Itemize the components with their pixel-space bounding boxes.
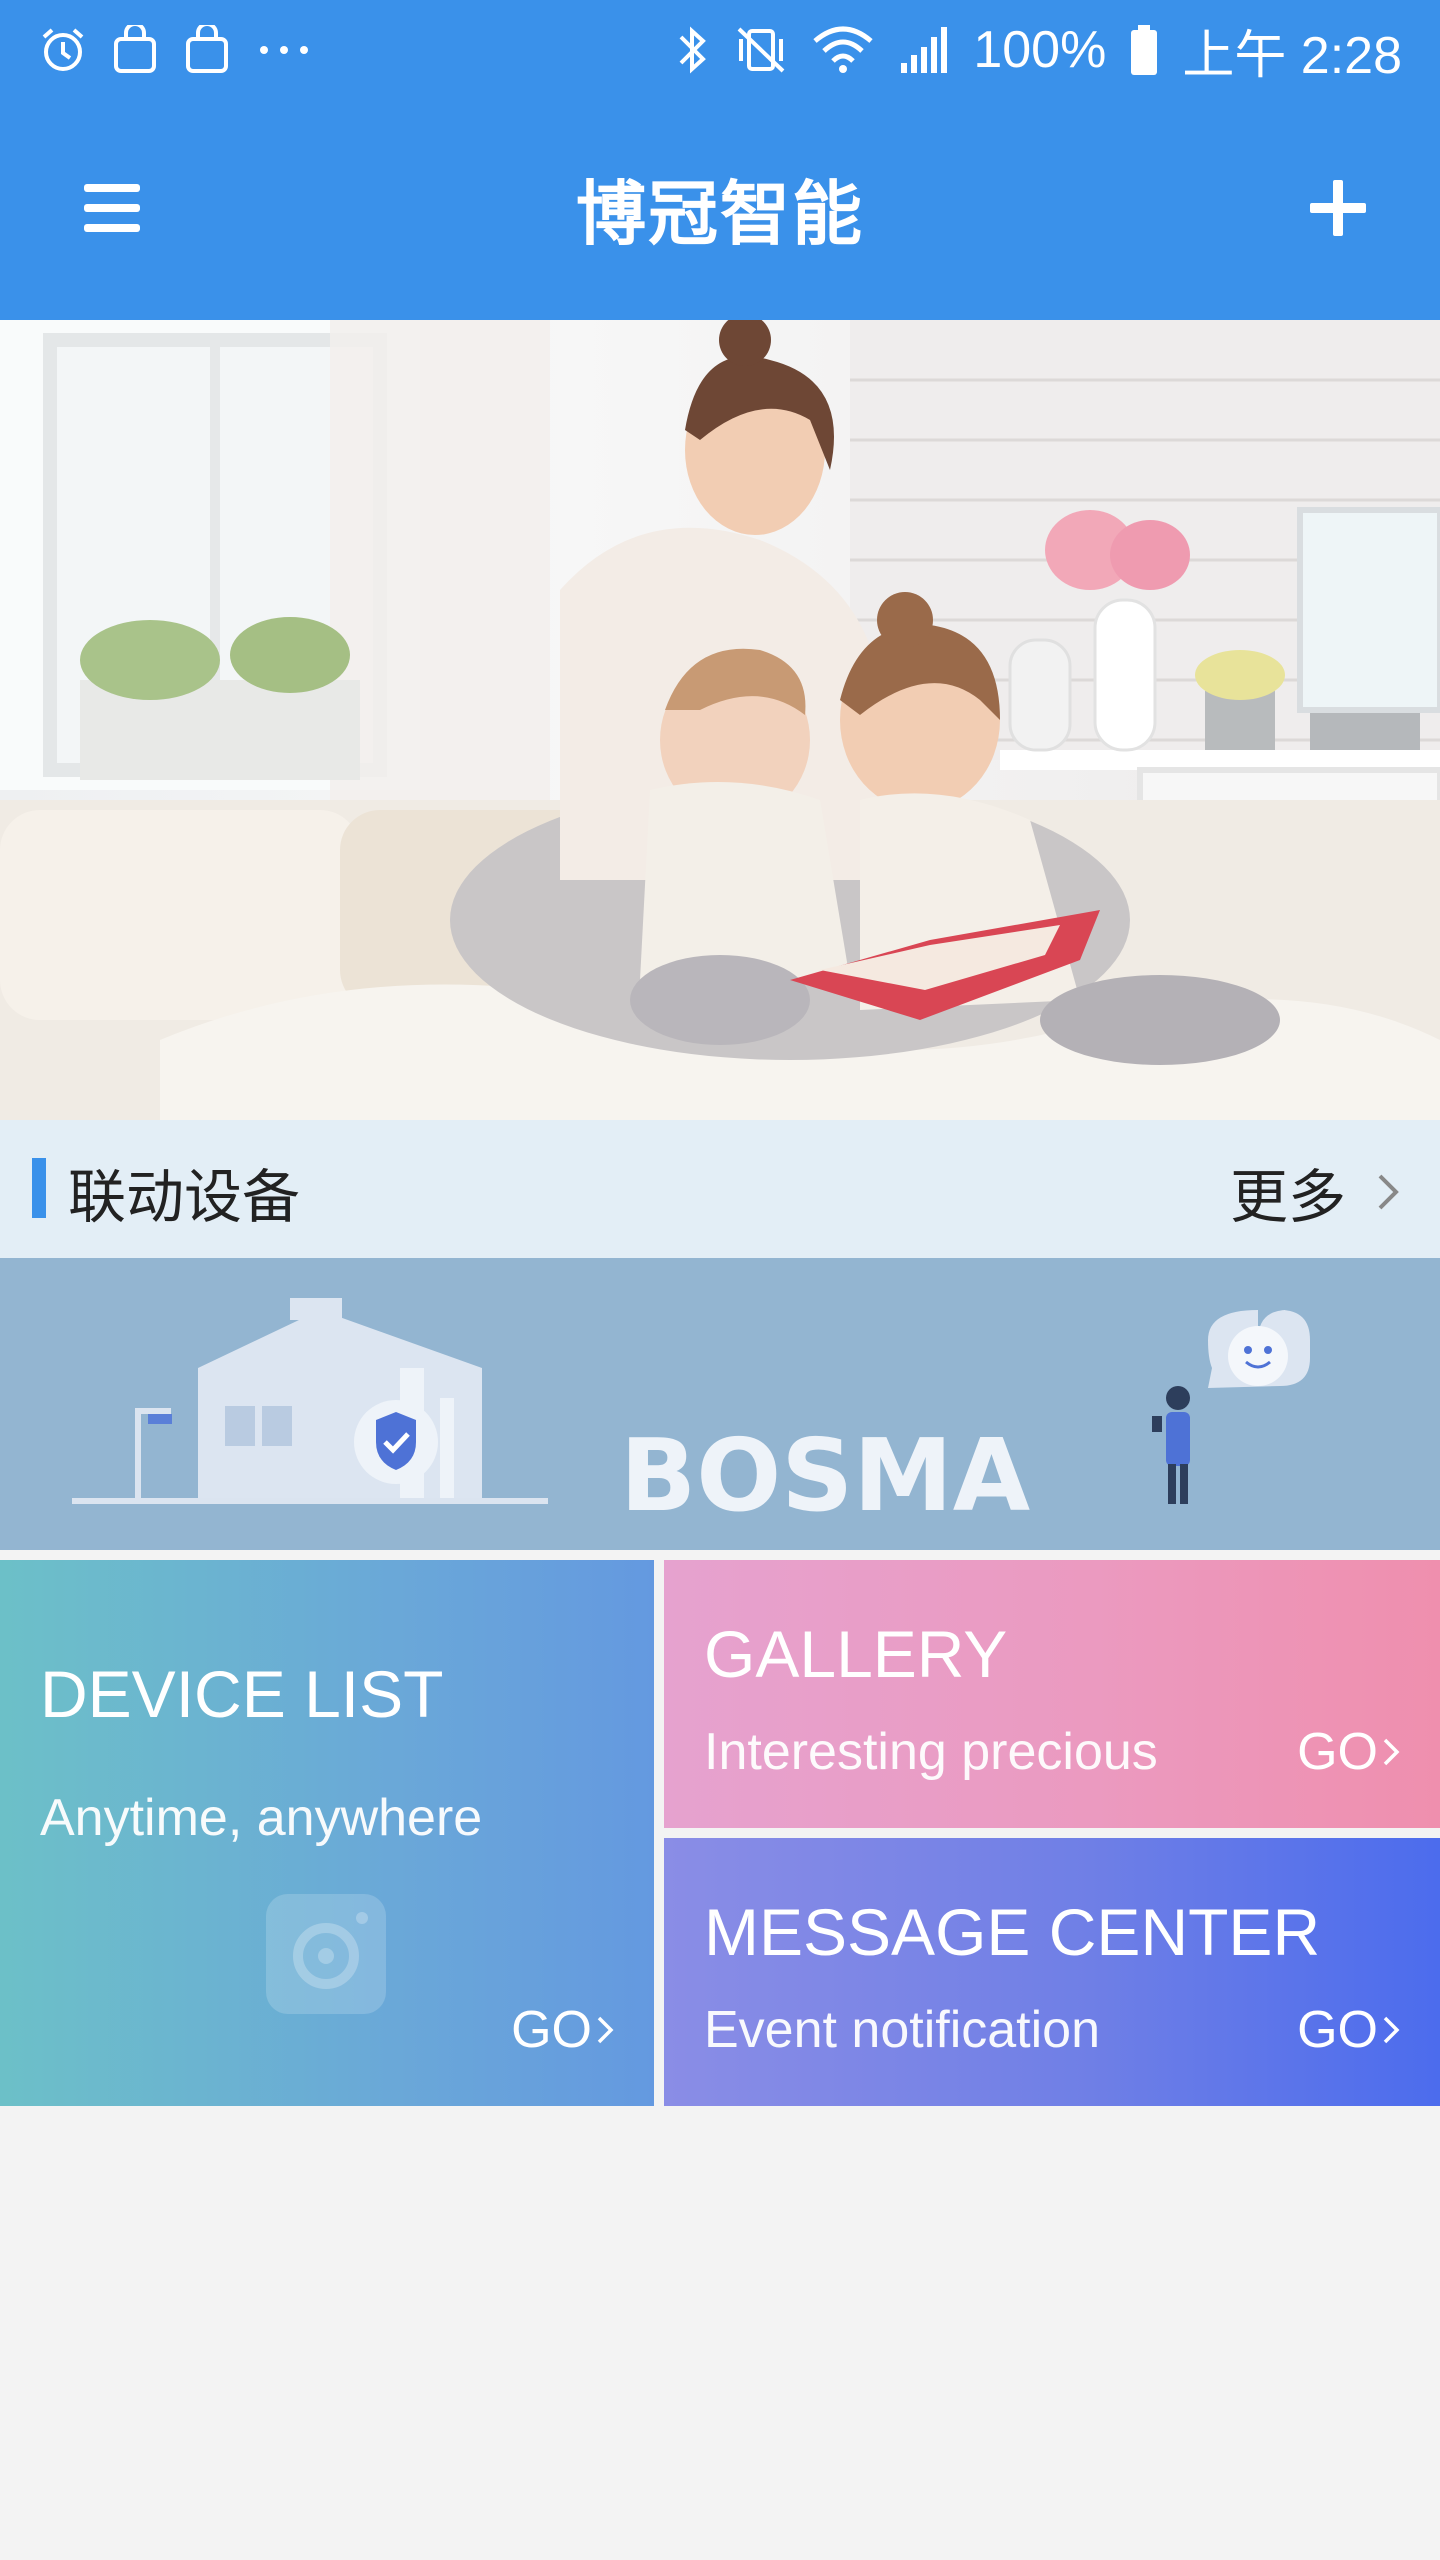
device-list-title: DEVICE LIST [40, 1657, 444, 1731]
shopping-bag-icon [110, 25, 160, 75]
chevron-right-icon [597, 2016, 614, 2044]
message-center-subtitle: Event notification [704, 2001, 1101, 2059]
more-dots-icon [254, 40, 314, 60]
message-center-title: MESSAGE CENTER [704, 1895, 1321, 1969]
status-right: 100% 上午 2:28 [675, 13, 1402, 88]
battery-icon [1128, 23, 1160, 77]
section-accent-bar [32, 1158, 46, 1218]
device-list-go-link[interactable]: GO [511, 2000, 614, 2060]
bluetooth-icon [675, 23, 711, 77]
bosma-banner[interactable]: BOSMA [0, 1258, 1440, 1550]
hero-banner[interactable] [0, 320, 1440, 1120]
more-link[interactable]: 更多 [1230, 1150, 1400, 1234]
status-left [38, 25, 314, 75]
vibrate-mute-icon [733, 23, 789, 77]
add-device-button[interactable] [1286, 158, 1390, 258]
gallery-go-link[interactable]: GO [1297, 1722, 1400, 1782]
more-label: 更多 [1229, 1163, 1346, 1231]
house-icon [198, 1310, 482, 1498]
bosma-illustration: BOSMA [72, 1298, 1310, 1534]
chevron-right-icon [1383, 1738, 1400, 1766]
wifi-icon [811, 23, 875, 77]
go-label: GO [1297, 2001, 1378, 2059]
bosma-logo: BOSMA [620, 1417, 1030, 1534]
app-bar: 博冠智能 [0, 100, 1440, 320]
shopping-bag-icon [182, 25, 232, 75]
camera-icon [266, 1894, 386, 2014]
go-label: GO [511, 2001, 592, 2059]
chevron-right-icon [1378, 1174, 1399, 1210]
chevron-right-icon [1383, 2016, 1400, 2044]
clock: 上午 2:28 [1182, 26, 1402, 85]
battery-percent: 100% [973, 21, 1107, 79]
linked-devices-header: 联动设备 更多 [0, 1120, 1440, 1258]
device-list-subtitle: Anytime, anywhere [40, 1789, 483, 1847]
signal-icon [897, 25, 951, 75]
family-reading-photo [0, 320, 1440, 1120]
app-screen: 100% 上午 2:28 博冠智能 联动设备 更多 BOSMA DEVICE L… [0, 0, 1440, 2560]
message-center-tile[interactable]: MESSAGE CENTER Event notification GO [664, 1838, 1440, 2106]
gallery-title: GALLERY [704, 1617, 1008, 1691]
gallery-subtitle: Interesting precious [704, 1723, 1158, 1781]
device-list-tile[interactable]: DEVICE LIST Anytime, anywhere GO [0, 1560, 654, 2106]
message-center-go-link[interactable]: GO [1297, 2000, 1400, 2060]
go-label: GO [1297, 1723, 1378, 1781]
plus-icon [1310, 180, 1366, 236]
section-title: 联动设备 [68, 1163, 301, 1231]
status-bar: 100% 上午 2:28 [0, 0, 1440, 100]
gallery-tile[interactable]: GALLERY Interesting precious GO [664, 1560, 1440, 1828]
page-title: 博冠智能 [576, 173, 864, 255]
alarm-icon [38, 25, 88, 75]
